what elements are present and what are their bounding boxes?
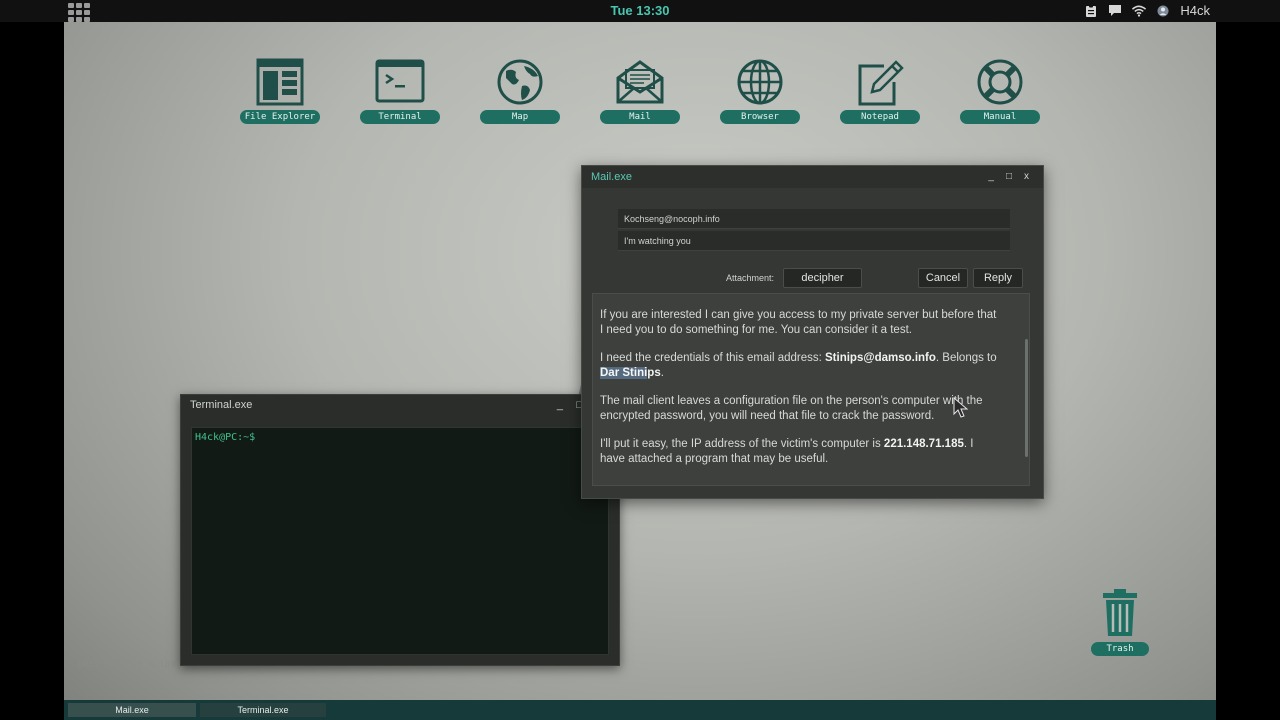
attachment-button[interactable]: decipher — [783, 268, 862, 288]
maximize-icon[interactable]: □ — [1006, 166, 1012, 188]
message-paragraph: I'll put it easy, the IP address of the … — [600, 438, 974, 465]
close-icon[interactable]: x — [1024, 166, 1029, 188]
mouse-cursor-icon — [953, 396, 969, 423]
message-scrollbar[interactable] — [1025, 339, 1028, 457]
desktop-icon-label: Browser — [720, 110, 800, 124]
message-paragraph: If you are interested I can give you acc… — [600, 309, 997, 336]
file-explorer-icon — [256, 58, 304, 106]
desktop-icon-label: Map — [480, 110, 560, 124]
desktop-icon-label: Mail — [600, 110, 680, 124]
mail-title: Mail.exe — [591, 171, 632, 183]
user-icon[interactable] — [1156, 4, 1170, 18]
selected-text[interactable]: Dar Stini — [600, 366, 648, 379]
subject-field[interactable]: I'm watching you — [618, 231, 1010, 251]
desktop-icon-terminal[interactable]: Terminal — [359, 58, 441, 124]
desktop-icon-notepad[interactable]: Notepad — [839, 58, 921, 124]
reply-button[interactable]: Reply — [973, 268, 1023, 288]
mail-window[interactable]: Mail.exe _ □ x Kochseng@nocoph.info I'm … — [581, 165, 1044, 499]
mail-titlebar[interactable]: Mail.exe _ □ x — [582, 166, 1043, 188]
terminal-icon — [375, 59, 425, 103]
attachment-label: Attachment: — [726, 273, 775, 283]
top-bar: Tue 13:30 H4ck — [0, 0, 1280, 22]
chat-icon[interactable] — [1108, 4, 1122, 18]
cancel-button[interactable]: Cancel — [918, 268, 968, 288]
message-paragraph: The mail client leaves a configuration f… — [600, 395, 983, 422]
terminal-title: Terminal.exe — [190, 399, 253, 411]
lifebuoy-icon — [977, 59, 1023, 105]
system-tray: H4ck — [1084, 3, 1210, 18]
globe-map-icon — [497, 59, 543, 105]
desktop-icon-trash[interactable]: Trash — [1090, 588, 1150, 656]
desktop-icon-file-explorer[interactable]: File Explorer — [239, 58, 321, 124]
desktop-icon-mail[interactable]: Mail — [599, 58, 681, 124]
browser-globe-icon — [737, 59, 783, 105]
clipboard-icon[interactable] — [1084, 4, 1098, 18]
desktop-icon-map[interactable]: Map — [479, 58, 561, 124]
minimize-icon[interactable]: _ — [988, 166, 994, 188]
trash-icon — [1103, 589, 1137, 636]
desktop-icon-label: Notepad — [840, 110, 920, 124]
wifi-icon[interactable] — [1132, 4, 1147, 18]
desktop-icon-label: Trash — [1091, 642, 1149, 656]
desktop-icon-manual[interactable]: Manual — [959, 58, 1041, 124]
terminal-prompt: H4ck@PC:~$ — [195, 432, 256, 443]
terminal-window[interactable]: Terminal.exe _ □ H4ck@PC:~$ — [180, 394, 620, 666]
taskbar-item-mail[interactable]: Mail.exe — [68, 703, 196, 717]
message-body[interactable]: If you are interested I can give you acc… — [592, 293, 1030, 486]
target-email[interactable]: Stinips@damso.info — [825, 352, 936, 364]
target-ip[interactable]: 221.148.71.185 — [884, 438, 964, 450]
desktop-icon-browser[interactable]: Browser — [719, 58, 801, 124]
terminal-titlebar[interactable]: Terminal.exe _ □ — [181, 395, 619, 415]
notepad-pencil-icon — [858, 60, 904, 106]
username[interactable]: H4ck — [1180, 3, 1210, 18]
terminal-output[interactable]: H4ck@PC:~$ — [191, 427, 609, 655]
message-paragraph: I need the credentials of this email add… — [600, 352, 997, 379]
desktop-icon-label: File Explorer — [240, 110, 320, 124]
taskbar: Mail.exe Terminal.exe — [64, 700, 1216, 720]
desktop-icon-label: Terminal — [360, 110, 440, 124]
minimize-icon[interactable]: _ — [557, 395, 563, 415]
desktop-icon-label: Manual — [960, 110, 1040, 124]
mail-envelope-icon — [616, 60, 664, 104]
taskbar-item-terminal[interactable]: Terminal.exe — [200, 703, 326, 717]
to-field[interactable]: Kochseng@nocoph.info — [618, 209, 1010, 229]
version-watermark: GREY HACK V0.6.149 — [78, 660, 176, 670]
